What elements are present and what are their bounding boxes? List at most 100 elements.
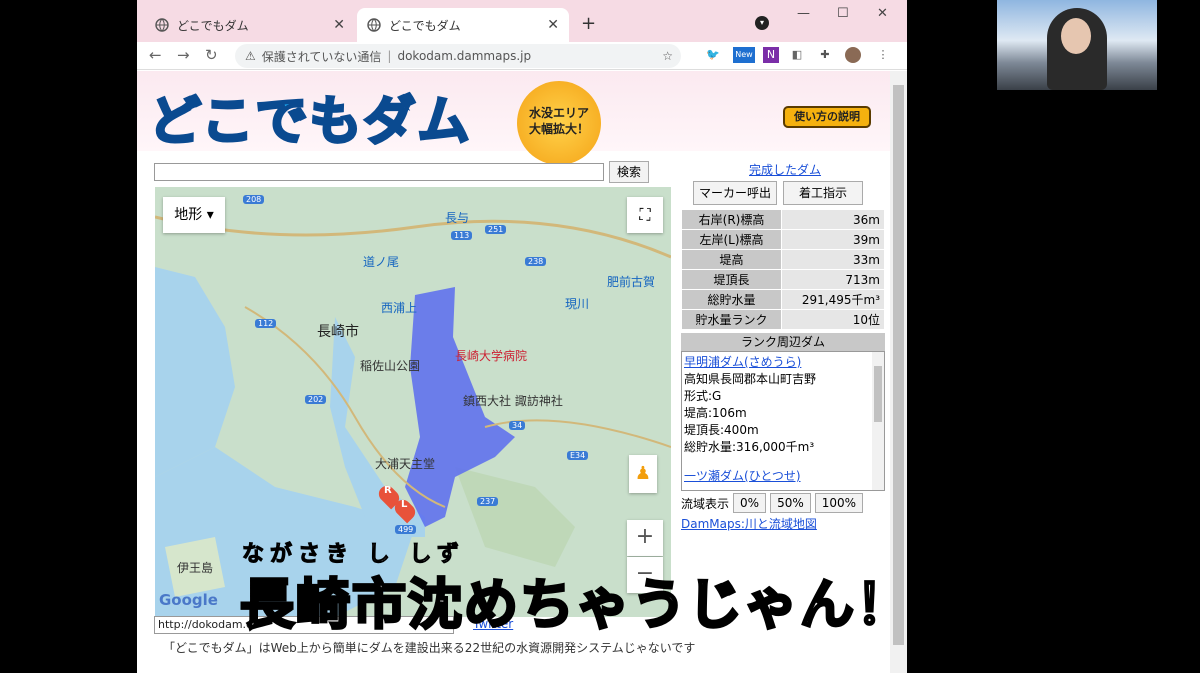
stat-key: 堤高	[681, 249, 782, 270]
basin-100-button[interactable]: 100%	[814, 493, 864, 513]
stat-value: 291,495千m³	[781, 289, 885, 310]
stat-key: 貯水量ランク	[681, 309, 782, 330]
forward-icon[interactable]: →	[177, 46, 190, 64]
search-button[interactable]: 検索	[609, 161, 649, 183]
road-shield: 112	[255, 319, 277, 328]
road-shield: 113	[451, 231, 473, 240]
stat-value: 10位	[781, 309, 885, 330]
tab-title: どこでもダム	[177, 18, 249, 33]
stat-key: 右岸(R)標高	[681, 209, 782, 230]
office-extension-icon[interactable]: ◧	[789, 47, 805, 63]
promo-badge: 水没エリア 大幅拡大！	[517, 81, 601, 165]
fullscreen-icon[interactable]: ⛶	[627, 197, 663, 233]
scrollbar-thumb[interactable]	[874, 366, 882, 422]
back-icon[interactable]: ←	[149, 46, 162, 64]
construct-button[interactable]: 着工指示	[783, 181, 863, 205]
map-label-ioujima: 伊王島	[177, 561, 214, 575]
marker-l-label: L	[401, 499, 408, 510]
subtitle-caption: 長崎市沈めちゃうじゃん！	[239, 572, 912, 638]
terrain-label: 地形	[174, 207, 203, 223]
bookmark-star-icon[interactable]: ☆	[662, 49, 673, 63]
security-status: 保護されていない通信	[261, 49, 382, 64]
dam-volume: 総貯水量:316,000千m³	[684, 440, 815, 454]
rank-nearby-list[interactable]: 早明浦ダム(さめうら) 高知県長岡郡本山町吉野 形式:G 堤高:106m 堤頂長…	[681, 351, 885, 491]
table-row: 堤高 33m	[681, 249, 885, 270]
site-logo: どこでもダム	[147, 91, 472, 154]
search-input[interactable]	[154, 163, 604, 181]
road-shield: E34	[567, 451, 589, 460]
dam-location: 高知県長岡郡本山町吉野	[684, 372, 817, 386]
map-label-shrine: 鎮西大社 諏訪神社	[463, 394, 563, 408]
basin-label: 流域表示	[681, 496, 730, 511]
google-logo: Google	[159, 591, 218, 609]
globe-icon	[367, 18, 381, 32]
road-shield: 208	[243, 195, 265, 204]
webcam-overlay	[997, 0, 1157, 90]
extensions-puzzle-icon[interactable]: ✚	[817, 47, 833, 63]
tab-dokodam-1[interactable]: どこでもダム ✕	[145, 8, 355, 42]
menu-icon[interactable]: ⋮	[875, 47, 891, 63]
new-tab-button[interactable]: +	[581, 13, 596, 34]
stat-key: 堤頂長	[681, 269, 782, 290]
map-label-hospital: 長崎大学病院	[455, 349, 528, 363]
badge-line1: 水没エリア	[528, 106, 589, 120]
dam-info-panel: 完成したダム マーカー呼出 着工指示 右岸(R)標高 36m 左岸(L)標高 39m…	[679, 159, 889, 532]
map-label-utsutsugawa: 現川	[565, 297, 590, 311]
map-label-nagasaki-city: 長崎市	[317, 324, 359, 340]
table-row: 総貯水量 291,495千m³	[681, 289, 885, 310]
table-row: 堤頂長 713m	[681, 269, 885, 290]
close-tab-icon[interactable]: ✕	[547, 17, 559, 33]
basin-0-button[interactable]: 0%	[733, 493, 767, 513]
profile-icon[interactable]: ▾	[755, 16, 769, 30]
stat-key: 左岸(L)標高	[681, 229, 782, 250]
zoom-in-button[interactable]: +	[627, 520, 663, 556]
footer-text: 「どこでもダム」はWeb上から簡単にダムを建設出来る22世紀の水資源開発システム…	[163, 641, 696, 655]
map-label-oura: 大浦天主堂	[375, 457, 436, 471]
close-tab-icon[interactable]: ✕	[333, 17, 345, 33]
completed-dam-link[interactable]: 完成したダム	[749, 161, 821, 178]
stat-value: 39m	[781, 229, 885, 250]
map-label-michinoo: 道ノ尾	[363, 255, 400, 269]
stat-key: 総貯水量	[681, 289, 782, 310]
map-label-nishiurakami: 西浦上	[381, 301, 418, 315]
video-frame: どこでもダム ✕ どこでもダム ✕ + ▾ — ☐ ✕ ← → ↻ ⚠ 保護され…	[0, 0, 1200, 673]
reload-icon[interactable]: ↻	[205, 46, 218, 64]
twitter-extension-icon[interactable]: 🐦	[705, 47, 721, 63]
dam-link-sameura[interactable]: 早明浦ダム(さめうら)	[684, 354, 868, 371]
presenter-face	[1061, 18, 1091, 54]
marker-r-label: R	[384, 485, 392, 496]
browser-toolbar: ← → ↻ ⚠ 保護されていない通信 | dokodam.dammaps.jp …	[137, 42, 907, 70]
road-shield: 237	[477, 497, 499, 506]
stat-value: 36m	[781, 209, 885, 230]
dam-link-hitotsuse[interactable]: 一ツ瀬ダム(ひとつせ)	[684, 468, 868, 485]
basin-50-button[interactable]: 50%	[770, 493, 811, 513]
basin-display-row: 流域表示 0% 50% 100%	[681, 493, 864, 513]
terrain-dropdown[interactable]: 地形 ▾	[163, 197, 225, 233]
marker-call-button[interactable]: マーカー呼出	[693, 181, 777, 205]
onenote-extension-icon[interactable]: N	[763, 47, 779, 63]
tab-dokodam-2[interactable]: どこでもダム ✕	[357, 8, 569, 42]
close-window-button[interactable]: ✕	[877, 6, 888, 21]
tab-strip: どこでもダム ✕ どこでもダム ✕ + ▾ — ☐ ✕	[137, 0, 907, 42]
dammaps-link[interactable]: DamMaps:川と流域地図	[681, 515, 817, 532]
map-label-inasayama: 稲佐山公園	[360, 359, 421, 373]
howto-button[interactable]: 使い方の説明	[783, 106, 871, 128]
street-view-pegman-icon[interactable]: ♟	[629, 455, 657, 493]
map-label-hizen-koga: 肥前古賀	[607, 275, 656, 289]
globe-icon	[155, 18, 169, 32]
road-shield: 238	[525, 257, 547, 266]
address-bar[interactable]: ⚠ 保護されていない通信 | dokodam.dammaps.jp ☆	[235, 44, 681, 68]
warning-icon: ⚠	[245, 49, 256, 63]
new-extension-icon[interactable]: New	[733, 47, 755, 63]
maximize-button[interactable]: ☐	[837, 6, 849, 21]
minimize-button[interactable]: —	[797, 6, 810, 21]
stat-value: 33m	[781, 249, 885, 270]
subtitle-overlay: ながさき し しず 長崎市沈めちゃうじゃん！	[239, 542, 960, 638]
dam-type: 形式:G	[684, 389, 722, 403]
road-shield: 202	[305, 395, 327, 404]
avatar[interactable]	[845, 47, 861, 63]
table-row: 右岸(R)標高 36m	[681, 209, 885, 230]
table-row: 貯水量ランク 10位	[681, 309, 885, 330]
dam-length: 堤頂長:400m	[684, 423, 759, 437]
rank-list-scrollbar[interactable]	[872, 352, 884, 490]
